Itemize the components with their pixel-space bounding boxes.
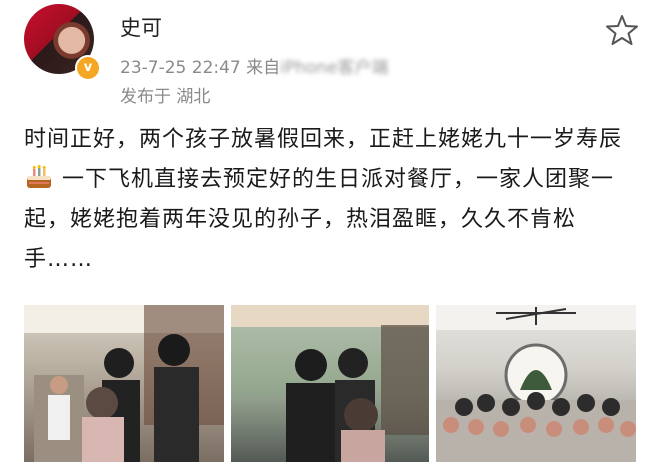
post-timestamp: 23-7-25 22:47 [120,58,241,78]
verified-badge-icon: v [75,55,101,81]
post-source-prefix: 来自 [246,58,281,78]
username[interactable]: 史可 [120,12,162,42]
favorite-star-icon[interactable] [604,12,640,48]
post-source-device: iPhone客户端 [280,58,389,78]
post-text-part2: 一下飞机直接去预定好的生日派对餐厅，一家人团聚一起，姥姥抱着两年没见的孙子，热泪… [24,167,615,272]
post-text-part1: 时间正好，两个孩子放暑假回来，正赶上姥姥九十一岁寿辰 [24,127,623,152]
post-photo-1[interactable] [24,305,224,462]
post-meta: 23-7-25 22:47 来自iPhone客户端 [120,53,389,78]
post-photo-2[interactable] [231,305,429,462]
post-content: 时间正好，两个孩子放暑假回来，正赶上姥姥九十一岁寿辰 一下飞机直接去预定好的生日… [24,120,642,280]
cake-icon [24,164,54,190]
post-photo-3[interactable] [436,305,636,462]
post-location: 发布于 湖北 [120,87,211,107]
